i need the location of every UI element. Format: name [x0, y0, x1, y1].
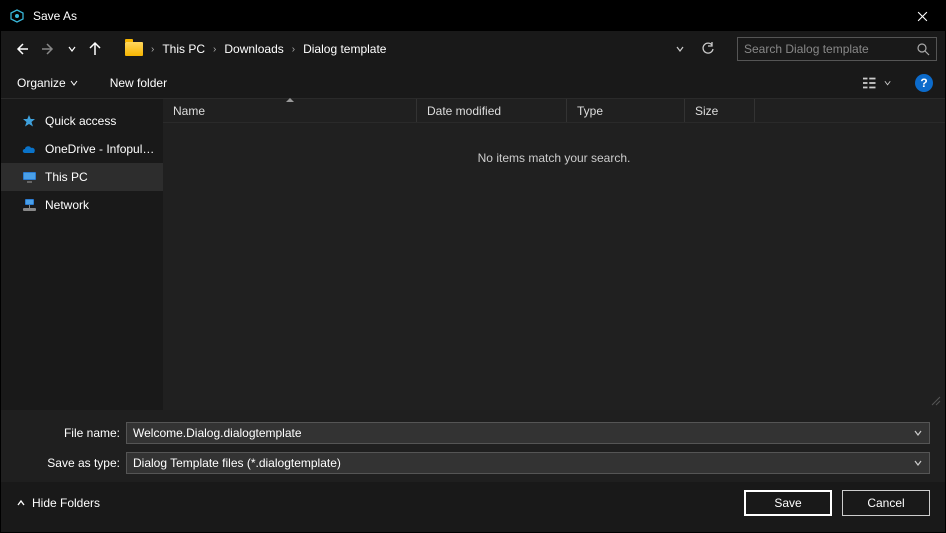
sort-indicator-icon [286, 98, 294, 102]
column-label: Type [577, 104, 603, 118]
folder-icon [125, 42, 143, 56]
search-box[interactable] [737, 37, 937, 61]
footer: Hide Folders Save Cancel [1, 482, 945, 532]
close-icon [917, 11, 928, 22]
app-icon [9, 8, 25, 24]
filename-field[interactable] [126, 422, 930, 444]
chevron-right-icon: › [211, 44, 218, 55]
chevron-right-icon: › [290, 44, 297, 55]
chevron-down-icon [68, 45, 76, 53]
star-icon [21, 113, 37, 129]
chevron-down-icon[interactable] [913, 428, 923, 438]
filename-input[interactable] [133, 426, 923, 440]
filetype-value: Dialog Template files (*.dialogtemplate) [133, 456, 923, 470]
sidebar-item-quick-access[interactable]: Quick access [1, 107, 163, 135]
arrow-right-icon [41, 41, 57, 57]
chevron-down-icon [70, 79, 78, 87]
window-title: Save As [33, 9, 77, 23]
search-input[interactable] [744, 42, 913, 56]
cloud-icon [21, 141, 37, 157]
refresh-icon [701, 42, 715, 56]
chevron-right-icon: › [149, 44, 156, 55]
help-button[interactable]: ? [915, 74, 933, 92]
breadcrumb-item[interactable]: Downloads [224, 42, 283, 56]
arrow-left-icon [13, 41, 29, 57]
hide-folders-label: Hide Folders [32, 496, 100, 510]
new-folder-label: New folder [110, 76, 167, 90]
file-list[interactable]: No items match your search. [163, 123, 945, 410]
column-label: Size [695, 104, 718, 118]
resize-grip-icon [929, 394, 943, 408]
back-button[interactable] [9, 37, 33, 61]
filetype-label: Save as type: [16, 456, 126, 470]
forward-button[interactable] [37, 37, 61, 61]
content-area: Name Date modified Type Size No items ma… [163, 99, 945, 410]
sidebar: Quick access OneDrive - Infopulse This P… [1, 99, 163, 410]
filetype-select[interactable]: Dialog Template files (*.dialogtemplate) [126, 452, 930, 474]
column-header-type[interactable]: Type [567, 99, 685, 122]
sidebar-item-this-pc[interactable]: This PC [1, 163, 163, 191]
cancel-button[interactable]: Cancel [842, 490, 930, 516]
refresh-button[interactable] [697, 38, 719, 60]
filename-label: File name: [16, 426, 126, 440]
navbar: › This PC › Downloads › Dialog template [1, 31, 945, 67]
address-dropdown-button[interactable] [669, 38, 691, 60]
sidebar-item-network[interactable]: Network [1, 191, 163, 219]
sidebar-item-label: Quick access [45, 114, 116, 128]
column-label: Name [173, 104, 205, 118]
column-headers: Name Date modified Type Size [163, 99, 945, 123]
chevron-up-icon [16, 498, 26, 508]
sidebar-item-label: This PC [45, 170, 88, 184]
organize-label: Organize [17, 76, 66, 90]
empty-message: No items match your search. [163, 123, 945, 193]
view-options-button[interactable] [863, 71, 891, 95]
recent-locations-button[interactable] [65, 37, 79, 61]
save-button[interactable]: Save [744, 490, 832, 516]
toolbar: Organize New folder ? [1, 67, 945, 99]
organize-menu[interactable]: Organize [13, 73, 82, 93]
breadcrumb-item[interactable]: Dialog template [303, 42, 386, 56]
network-icon [21, 197, 37, 213]
arrow-up-icon [87, 41, 103, 57]
column-header-date[interactable]: Date modified [417, 99, 567, 122]
sidebar-item-onedrive[interactable]: OneDrive - Infopulse [1, 135, 163, 163]
new-folder-button[interactable]: New folder [106, 73, 171, 93]
main: Quick access OneDrive - Infopulse This P… [1, 99, 945, 410]
hide-folders-toggle[interactable]: Hide Folders [16, 496, 100, 510]
search-icon [917, 43, 930, 56]
column-header-name[interactable]: Name [163, 99, 417, 122]
address-bar[interactable]: › This PC › Downloads › Dialog template [119, 37, 725, 61]
chevron-down-icon [884, 79, 891, 87]
chevron-down-icon [675, 44, 685, 54]
chevron-down-icon[interactable] [913, 458, 923, 468]
up-button[interactable] [83, 37, 107, 61]
sidebar-item-label: Network [45, 198, 89, 212]
view-icon [863, 76, 881, 90]
column-label: Date modified [427, 104, 501, 118]
breadcrumb-item[interactable]: This PC [162, 42, 205, 56]
titlebar: Save As [1, 1, 945, 31]
sidebar-item-label: OneDrive - Infopulse [45, 142, 155, 156]
monitor-icon [21, 169, 37, 185]
column-header-size[interactable]: Size [685, 99, 755, 122]
bottom-panel: File name: Save as type: Dialog Template… [1, 410, 945, 482]
close-button[interactable] [900, 1, 945, 31]
